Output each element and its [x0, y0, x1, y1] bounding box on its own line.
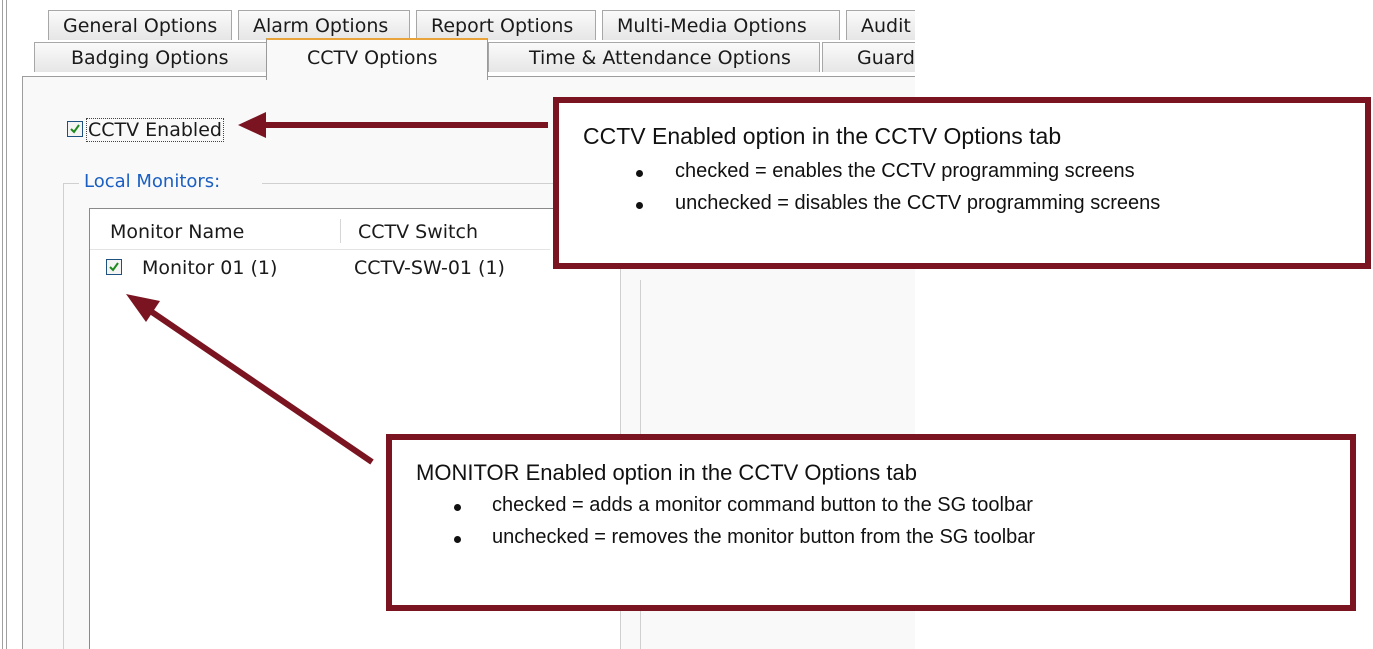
callout-title: CCTV Enabled option in the CCTV Options … [583, 123, 1062, 149]
bullet-icon [636, 170, 643, 177]
arrow-to-monitor-checkbox [144, 305, 374, 465]
arrowhead-cctv-enabled [238, 112, 266, 138]
callout-monitor-enabled: MONITOR Enabled option in the CCTV Optio… [386, 434, 1356, 611]
bullet-icon [454, 504, 461, 511]
bullet-icon [636, 202, 643, 209]
callout-bullet: unchecked = disables the CCTV programmin… [675, 192, 1161, 214]
callout-bullet: unchecked = removes the monitor button f… [492, 526, 1036, 548]
callout-bullet: checked = adds a monitor command button … [492, 494, 1033, 516]
arrowhead-monitor-checkbox [126, 294, 160, 322]
callout-title: MONITOR Enabled option in the CCTV Optio… [416, 460, 917, 485]
bullet-icon [454, 536, 461, 543]
callout-cctv-enabled: CCTV Enabled option in the CCTV Options … [553, 97, 1371, 269]
callout-bullet: checked = enables the CCTV programming s… [675, 160, 1135, 182]
tab-cctv-options[interactable]: CCTV Options [266, 38, 488, 80]
